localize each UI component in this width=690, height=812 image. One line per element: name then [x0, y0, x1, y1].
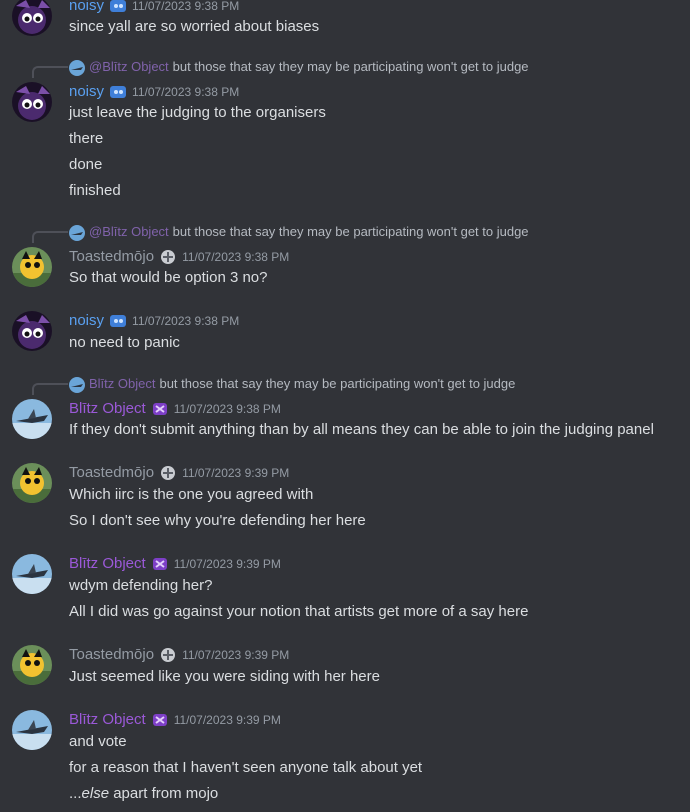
italic-text: else — [81, 785, 110, 802]
blitz-avatar-icon[interactable] — [12, 399, 52, 439]
blitz-mini-avatar-icon — [69, 376, 85, 393]
timestamp[interactable]: 11/07/2023 9:38 PM — [132, 0, 239, 13]
timestamp[interactable]: 11/07/2023 9:38 PM — [174, 402, 281, 416]
role-badge-icon — [108, 312, 128, 330]
blitz-avatar-icon[interactable] — [12, 710, 52, 750]
message-text: ...else apart from mojo — [69, 783, 218, 805]
username[interactable]: Toastedmōjo — [69, 248, 154, 265]
timestamp[interactable]: 11/07/2023 9:38 PM — [182, 250, 289, 264]
blitz-avatar-icon[interactable] — [12, 554, 52, 594]
timestamp[interactable]: 11/07/2023 9:39 PM — [182, 466, 289, 480]
message-text: So that would be option 3 no? — [69, 269, 268, 286]
username[interactable]: Toastedmōjo — [69, 464, 154, 481]
toast-avatar-icon[interactable] — [12, 463, 52, 503]
message-text: So I don't see why you're defending her … — [69, 512, 366, 529]
role-badge-icon — [108, 0, 128, 15]
message-text: since yall are so worried about biases — [69, 18, 320, 35]
toast-avatar-icon[interactable] — [12, 247, 52, 287]
reply-username[interactable]: @Blītz Object — [89, 59, 169, 74]
role-badge-icon — [158, 464, 178, 482]
message-text: done — [69, 156, 103, 173]
timestamp[interactable]: 11/07/2023 9:39 PM — [174, 557, 281, 571]
reply-text: but those that say they may be participa… — [172, 224, 529, 239]
timestamp[interactable]: 11/07/2023 9:38 PM — [132, 85, 239, 99]
username[interactable]: noisy — [69, 83, 104, 100]
role-badge-icon — [158, 248, 178, 266]
reply-username[interactable]: Blītz Object — [89, 376, 155, 391]
role-badge-icon — [150, 400, 170, 418]
reply-spine — [32, 231, 68, 243]
message-text: Just seemed like you were siding with he… — [69, 668, 380, 685]
username[interactable]: noisy — [69, 0, 104, 14]
reply-text: but those that say they may be participa… — [159, 376, 516, 391]
role-badge-icon — [150, 555, 170, 573]
message-text: Which iirc is the one you agreed with — [69, 486, 314, 503]
timestamp[interactable]: 11/07/2023 9:39 PM — [182, 648, 289, 662]
message-text: finished — [69, 182, 121, 199]
reply-spine — [32, 66, 68, 78]
message-text: and vote — [69, 733, 127, 750]
username[interactable]: noisy — [69, 312, 104, 329]
timestamp[interactable]: 11/07/2023 9:39 PM — [174, 713, 281, 727]
reply-preview[interactable]: @Blītz Object but those that say they may… — [69, 58, 529, 76]
noisy-avatar-icon[interactable] — [12, 0, 52, 36]
username[interactable]: Toastedmōjo — [69, 646, 154, 663]
chat-log: noisy 11/07/2023 9:38 PM since yall are s… — [0, 0, 690, 812]
message-text: no need to panic — [69, 334, 180, 351]
toast-avatar-icon[interactable] — [12, 645, 52, 685]
reply-preview[interactable]: @Blītz Object but those that say they may… — [69, 223, 529, 241]
username[interactable]: Blītz Object — [69, 711, 146, 728]
reply-username[interactable]: @Blītz Object — [89, 224, 169, 239]
reply-spine — [32, 383, 68, 395]
username[interactable]: Blītz Object — [69, 400, 146, 417]
ellipsis-text: ... — [69, 785, 82, 802]
trailing-text: apart from mojo — [109, 785, 219, 802]
username[interactable]: Blītz Object — [69, 555, 146, 572]
message-text: for a reason that I haven't seen anyone … — [69, 759, 423, 776]
message-text: wdym defending her? — [69, 577, 213, 594]
timestamp[interactable]: 11/07/2023 9:38 PM — [132, 314, 239, 328]
role-badge-icon — [158, 646, 178, 664]
noisy-avatar-icon[interactable] — [12, 311, 52, 351]
blitz-mini-avatar-icon — [69, 224, 85, 241]
reply-text: but those that say they may be participa… — [172, 59, 529, 74]
blitz-mini-avatar-icon — [69, 59, 85, 76]
message-text: All I did was go against your notion tha… — [69, 603, 529, 620]
role-badge-icon — [108, 83, 128, 101]
role-badge-icon — [150, 711, 170, 729]
noisy-avatar-icon[interactable] — [12, 82, 52, 122]
message-text: just leave the judging to the organisers — [69, 104, 326, 121]
reply-preview[interactable]: Blītz Object but those that say they may … — [69, 375, 515, 393]
message-text: there — [69, 130, 104, 147]
message-text: If they don't submit anything than by al… — [69, 421, 654, 438]
